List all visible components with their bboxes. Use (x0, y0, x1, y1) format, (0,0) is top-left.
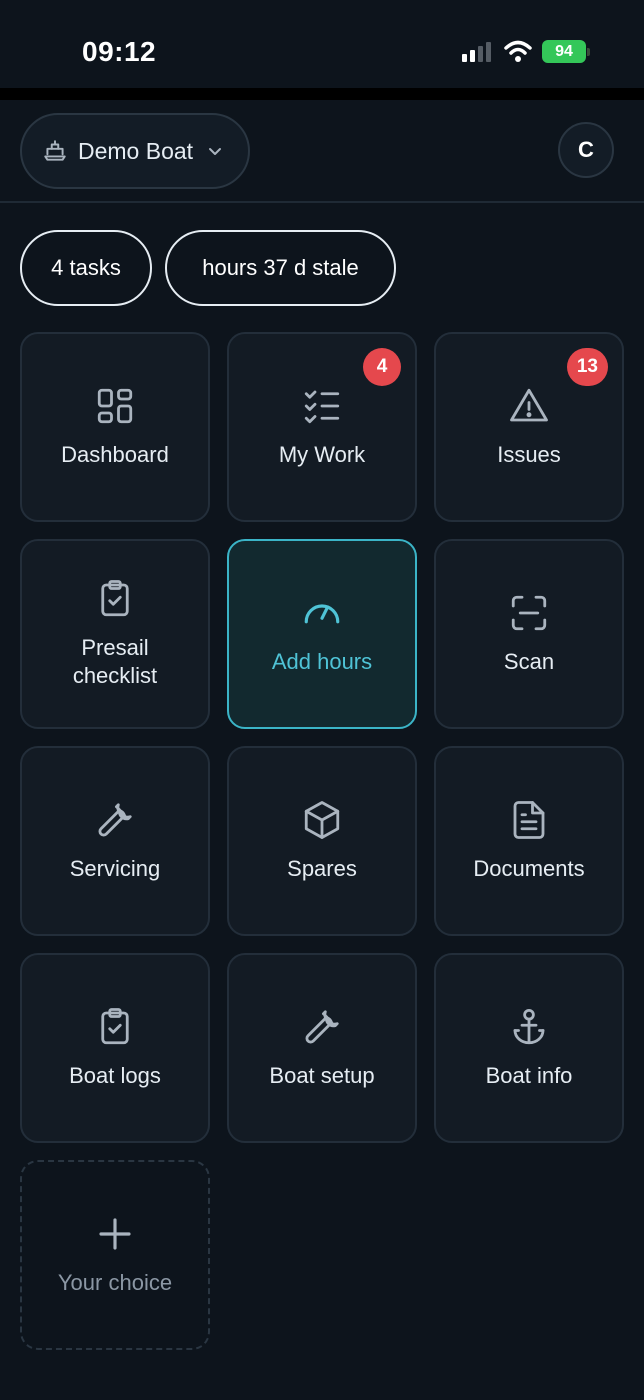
wifi-icon (504, 40, 532, 62)
tile-label: Boat logs (69, 1063, 161, 1088)
plus-icon (99, 1218, 131, 1250)
tile-label: Documents (473, 856, 585, 881)
gauge-icon (304, 604, 340, 624)
tile-spares[interactable]: Spares (227, 746, 417, 936)
clipboard-check-icon (101, 1008, 129, 1045)
tile-servicing[interactable]: Servicing (20, 746, 210, 936)
status-divider (0, 88, 644, 100)
tile-label: Spares (287, 856, 357, 881)
tile-boat-setup[interactable]: Boat setup (227, 953, 417, 1143)
tile-label: Scan (503, 649, 555, 674)
app-header: Demo Boat C (0, 100, 644, 203)
tile-label: Presail checklist (72, 635, 158, 688)
tile-label: Issues (497, 442, 561, 467)
tile-boat-logs[interactable]: Boat logs (20, 953, 210, 1143)
warning-icon (510, 388, 548, 422)
grid-icon (97, 388, 133, 424)
wrench-icon (98, 803, 132, 837)
boat-name: Demo Boat (78, 137, 194, 164)
tile-label: Add hours (271, 649, 373, 674)
tile-my-work[interactable]: 4 My Work (227, 332, 417, 522)
tile-label: Your choice (57, 1270, 173, 1295)
count-badge: 13 (566, 348, 608, 386)
tile-add-hours[interactable]: Add hours (227, 539, 417, 729)
tasks-chip[interactable]: 4 tasks (20, 230, 152, 306)
count-badge: 4 (363, 348, 401, 386)
tile-label: My Work (278, 442, 366, 467)
hours-stale-chip[interactable]: hours 37 d stale (165, 230, 396, 306)
tile-documents[interactable]: Documents (434, 746, 624, 936)
box-icon (304, 801, 340, 839)
chevron-down-icon (209, 148, 222, 155)
tile-dashboard[interactable]: Dashboard (20, 332, 210, 522)
tile-issues[interactable]: 13 Issues (434, 332, 624, 522)
tile-label: Boat setup (269, 1063, 375, 1088)
cellular-signal-icon (462, 42, 491, 62)
clipboard-check-icon (101, 580, 129, 617)
checklist-icon (304, 390, 340, 424)
boat-selector[interactable]: Demo Boat (20, 113, 250, 189)
battery-indicator: 94 (542, 40, 590, 63)
wrench-icon (305, 1010, 339, 1044)
scan-icon (511, 595, 547, 631)
status-bar: 09:12 94 (0, 0, 644, 88)
tile-scan[interactable]: Scan (434, 539, 624, 729)
tile-boat-info[interactable]: Boat info (434, 953, 624, 1143)
avatar[interactable]: C (558, 122, 614, 178)
status-time: 09:12 (82, 36, 157, 67)
ship-icon (44, 140, 66, 161)
anchor-icon (513, 1008, 545, 1045)
tile-your-choice[interactable]: Your choice (20, 1160, 210, 1350)
tile-label: Servicing (69, 856, 161, 881)
tile-label: Dashboard (61, 442, 169, 467)
tile-presail-checklist[interactable]: Presail checklist (20, 539, 210, 729)
document-icon (513, 801, 545, 839)
tile-label: Boat info (485, 1063, 573, 1088)
